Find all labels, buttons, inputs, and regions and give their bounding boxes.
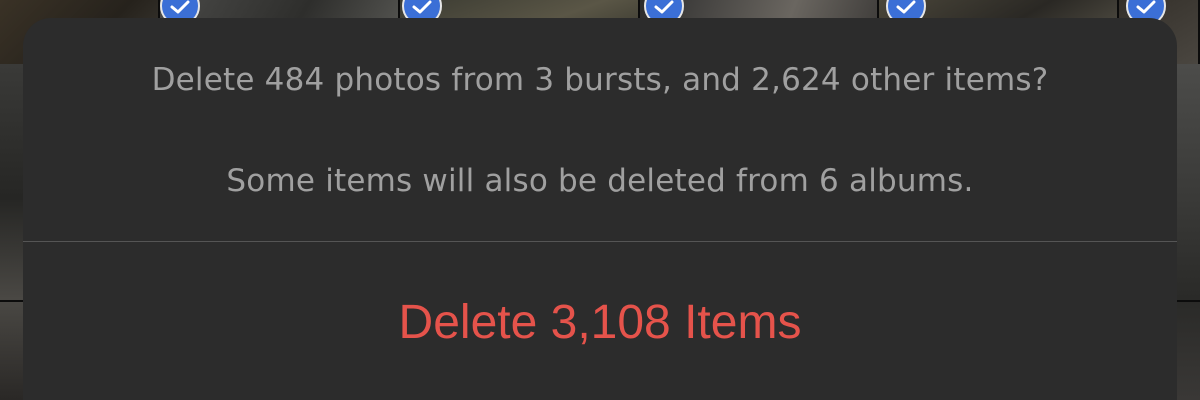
grid-divider [1174,300,1200,302]
alert-header: Delete 484 photos from 3 bursts, and 2,6… [23,18,1177,242]
photo-thumbnail[interactable] [0,64,24,400]
alert-message: Some items will also be deleted from 6 a… [226,163,974,199]
delete-items-label: Delete 3,108 Items [398,296,802,349]
delete-confirmation-sheet: Delete 484 photos from 3 bursts, and 2,6… [23,18,1177,400]
grid-divider [0,300,24,302]
alert-title: Delete 484 photos from 3 bursts, and 2,6… [151,62,1049,98]
delete-items-button[interactable]: Delete 3,108 Items [23,242,1177,400]
photo-thumbnail[interactable] [1174,64,1200,400]
photos-screen: Delete 484 photos from 3 bursts, and 2,6… [0,0,1200,400]
